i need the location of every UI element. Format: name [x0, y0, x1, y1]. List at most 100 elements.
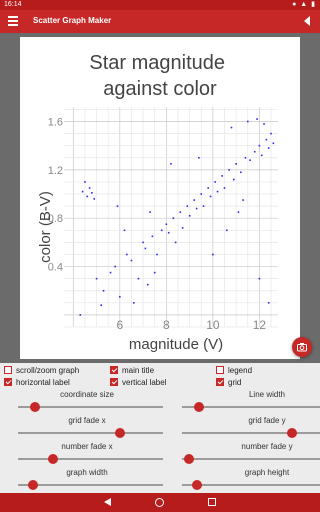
graph-area: Star magnitude against color 6 8 10 12 0.4 0.…: [0, 33, 320, 363]
data-point: [263, 123, 265, 125]
chart-title-line-2: against color: [103, 78, 217, 100]
slider-thumb[interactable]: [47, 454, 58, 464]
data-point: [226, 229, 228, 232]
slider-label-grid-fade-y: grid fade y: [248, 416, 286, 425]
slider-graph-height[interactable]: [182, 480, 320, 490]
checkbox-label: main title: [122, 366, 155, 375]
nav-recents-icon[interactable]: [208, 498, 216, 506]
data-point: [132, 302, 135, 304]
slider-thumb[interactable]: [114, 428, 125, 438]
x-tick-label: 8: [163, 318, 170, 332]
data-point: [233, 178, 235, 181]
data-point: [181, 227, 184, 229]
data-point: [235, 163, 237, 165]
data-point: [200, 193, 203, 195]
data-point: [237, 211, 240, 213]
nav-home-icon[interactable]: [155, 498, 164, 507]
data-point: [246, 120, 249, 123]
checkbox-label: scroll/zoom graph: [16, 366, 80, 375]
data-point: [186, 205, 189, 207]
checkbox-box[interactable]: [216, 366, 224, 374]
data-point: [188, 214, 191, 217]
data-point: [86, 195, 89, 198]
data-point: [79, 314, 82, 316]
data-point: [239, 171, 242, 174]
chart-grid: [64, 107, 278, 328]
chart-xlabel: magnitude (V): [129, 336, 223, 353]
slider-thumb[interactable]: [287, 428, 298, 438]
graph-card[interactable]: Star magnitude against color 6 8 10 12 0.4 0.…: [20, 37, 300, 359]
data-point: [102, 289, 105, 292]
slider-thumb[interactable]: [191, 480, 202, 490]
data-point: [214, 181, 216, 183]
slider-label-coordinate-size: coordinate size: [60, 390, 114, 399]
slider-grid-fade-y[interactable]: [182, 428, 320, 438]
slider-grid-fade-x[interactable]: [18, 428, 163, 438]
slider-thumb[interactable]: [30, 402, 41, 412]
checkbox-box[interactable]: [216, 378, 224, 386]
slider-coordinate-size[interactable]: [18, 402, 163, 412]
checkbox-box[interactable]: [4, 378, 12, 386]
data-point: [265, 138, 268, 141]
data-point: [260, 154, 263, 157]
slider-line-width[interactable]: [182, 402, 320, 412]
data-point: [146, 283, 149, 286]
data-point: [142, 241, 144, 244]
slider-graph-width[interactable]: [18, 480, 163, 490]
collapse-arrow-icon[interactable]: [304, 16, 310, 26]
slider-label-number-fade-y: number fade y: [241, 442, 293, 451]
data-point: [267, 302, 270, 304]
data-point: [81, 190, 84, 193]
slider-number-fade-x[interactable]: [18, 454, 163, 464]
slider-thumb[interactable]: [184, 454, 195, 464]
camera-icon: [297, 343, 307, 352]
scatter-chart: Star magnitude against color 6 8 10 120.40.…: [37, 52, 278, 353]
data-point: [114, 265, 116, 268]
status-bar: 16:14 ● ▲ ▮: [0, 0, 320, 10]
data-point: [193, 199, 196, 201]
data-point: [93, 198, 96, 200]
data-point: [244, 156, 247, 159]
data-point: [84, 181, 86, 183]
data-point: [230, 126, 233, 129]
chart-points: [79, 118, 275, 316]
slider-thumb[interactable]: [27, 480, 38, 490]
data-point: [209, 195, 212, 198]
data-point: [144, 247, 147, 250]
y-tick-label: 1.6: [48, 117, 63, 129]
data-point: [258, 144, 261, 147]
data-point: [156, 253, 158, 256]
data-point: [170, 163, 172, 165]
data-point: [256, 118, 258, 120]
data-point: [221, 175, 223, 177]
data-point: [100, 304, 103, 307]
data-point: [91, 192, 93, 194]
data-point: [228, 169, 230, 171]
data-point: [130, 259, 133, 262]
checkbox-box[interactable]: [110, 378, 118, 386]
data-point: [202, 205, 205, 207]
data-point: [160, 229, 163, 232]
app-title: Scatter Graph Maker: [33, 16, 112, 25]
checkbox-box[interactable]: [4, 366, 12, 374]
slider-thumb[interactable]: [194, 402, 205, 412]
data-point: [153, 271, 156, 274]
nav-back-icon[interactable]: [104, 498, 111, 506]
checkbox-box[interactable]: [110, 366, 118, 374]
data-point: [253, 150, 256, 153]
slider-label-line-width: Line width: [248, 390, 286, 399]
menu-icon[interactable]: [8, 16, 18, 26]
data-point: [272, 142, 275, 145]
data-point: [195, 207, 198, 210]
svg-text:Star magnitude against: Star magnitude against color: [89, 52, 230, 100]
checkbox-label: grid: [228, 378, 242, 387]
slider-number-fade-y[interactable]: [182, 454, 320, 464]
checkbox-label: horizontal label: [16, 378, 70, 387]
data-point: [151, 235, 154, 238]
data-point: [174, 241, 177, 244]
data-point: [149, 211, 151, 213]
status-icons: ● ▲ ▮: [292, 1, 316, 8]
y-tick-label: 1.2: [48, 165, 63, 177]
screenshot-camera-button[interactable]: [292, 337, 312, 357]
slider-label-grid-fade-x: grid fade x: [68, 416, 106, 425]
